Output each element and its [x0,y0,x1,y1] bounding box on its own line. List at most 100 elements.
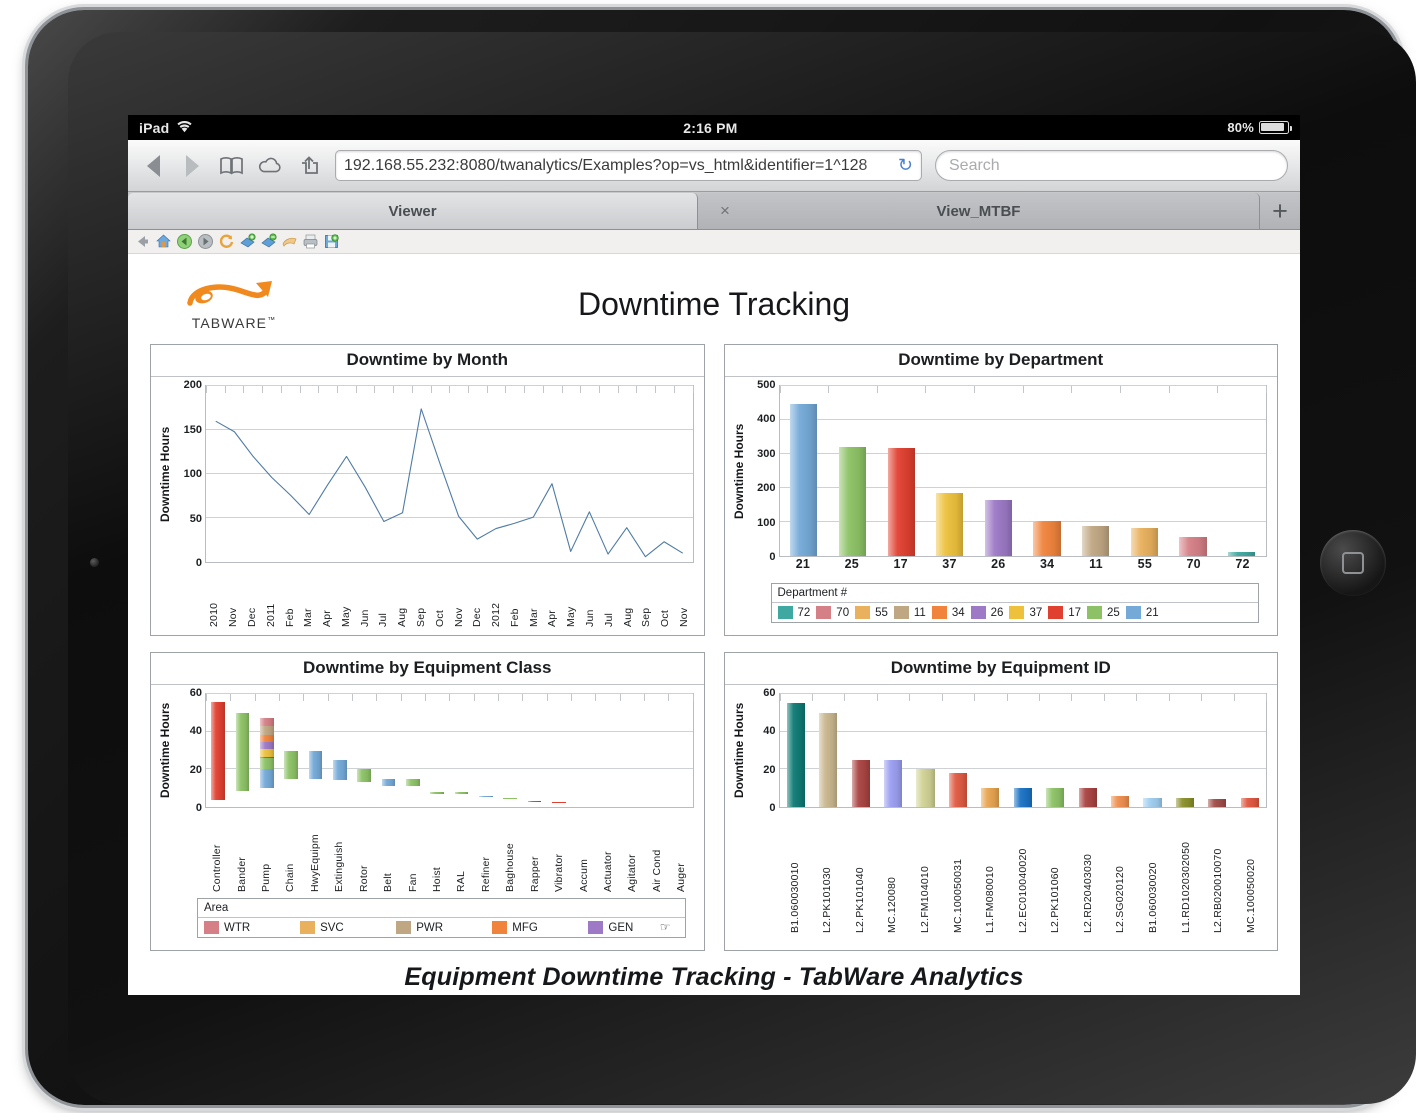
bar[interactable] [357,769,371,807]
bar[interactable] [1078,788,1097,807]
bar-slot[interactable] [877,386,926,556]
save-icon[interactable] [323,233,340,250]
bar-slot[interactable] [844,694,876,807]
bar[interactable] [260,718,274,807]
bar-slot[interactable] [352,694,376,807]
bar-slot[interactable] [571,694,595,807]
bar[interactable] [1046,788,1065,807]
bar[interactable] [1240,797,1259,807]
close-icon[interactable]: × [720,201,730,221]
tab-view-mtbf[interactable]: × View_MTBF [698,193,1260,229]
bar-slot[interactable] [909,694,941,807]
bar[interactable] [1175,797,1195,807]
bar[interactable] [211,701,225,807]
bar-slot[interactable] [1201,694,1233,807]
legend-item[interactable]: 34 [931,606,965,619]
bar-slot[interactable] [620,694,644,807]
bar[interactable] [333,759,347,807]
bar-slot[interactable] [425,694,449,807]
bar-slot[interactable] [522,694,546,807]
bar[interactable] [819,712,838,807]
bar-slot[interactable] [644,694,668,807]
bar[interactable] [1208,799,1227,807]
bar-slot[interactable] [974,694,1006,807]
search-input[interactable]: Search [935,150,1288,181]
bar-slot[interactable] [1169,386,1218,556]
bar-slot[interactable] [942,694,974,807]
share-export-icon[interactable] [296,153,322,179]
bar-slot[interactable] [303,694,327,807]
bar-slot[interactable] [1217,386,1266,556]
bar[interactable] [454,791,469,807]
bar-slot[interactable] [1136,694,1168,807]
legend-item[interactable]: 55 [855,606,888,619]
bar-slot[interactable] [498,694,522,807]
bar[interactable] [1033,521,1061,556]
bar-slot[interactable] [328,694,352,807]
bar-slot[interactable] [1120,386,1169,556]
bar-slot[interactable] [925,386,974,556]
reload-icon[interactable]: ↻ [898,155,913,176]
bar[interactable] [786,703,805,807]
legend-item[interactable]: 17 [1048,606,1081,619]
bar[interactable] [1013,788,1032,807]
bar[interactable] [381,778,396,807]
bar[interactable] [1082,526,1110,556]
legend-item[interactable]: SVC [300,921,390,934]
icloud-tabs-icon[interactable] [257,153,283,179]
bar-slot[interactable] [780,386,829,556]
legend-item[interactable]: 72 [777,606,810,619]
bar[interactable] [284,750,298,808]
legend-item[interactable]: 26 [970,606,1003,619]
bar[interactable] [308,750,323,808]
bar-slot[interactable] [1039,694,1071,807]
print-icon[interactable] [302,233,319,250]
bar[interactable] [503,797,517,807]
legend-item[interactable]: 37 [1009,606,1042,619]
bar[interactable] [981,788,1000,807]
new-tab-button[interactable]: + [1260,193,1300,229]
bar[interactable] [887,447,915,556]
bar-slot[interactable] [1023,386,1072,556]
bar-slot[interactable] [812,694,844,807]
legend-item[interactable]: WTR [204,921,294,934]
legend-item[interactable]: PWR [396,921,486,934]
bar-slot[interactable] [474,694,498,807]
previous-page-icon[interactable] [176,233,193,250]
tab-viewer[interactable]: Viewer [128,193,698,229]
bar-slot[interactable] [828,386,877,556]
next-page-icon[interactable] [197,233,214,250]
bar-slot[interactable] [255,694,279,807]
bar-slot[interactable] [1071,694,1103,807]
bar-slot[interactable] [230,694,254,807]
bar[interactable] [527,801,542,807]
legend-item[interactable]: 25 [1087,606,1120,619]
bookmarks-book-icon[interactable] [218,153,244,179]
bar-slot[interactable] [780,694,812,807]
bar[interactable] [984,499,1013,556]
url-input[interactable]: 192.168.55.232:8080/twanalytics/Examples… [335,150,922,181]
bar-slot[interactable] [279,694,303,807]
bar[interactable] [1179,536,1207,556]
back-arrow-icon[interactable] [140,153,166,179]
bar-slot[interactable] [595,694,619,807]
bar[interactable] [1111,795,1130,807]
legend-item[interactable]: 70 [816,606,849,619]
bar-slot[interactable] [547,694,571,807]
back-arrow-icon[interactable] [134,233,151,250]
bar[interactable] [936,493,964,556]
bar-slot[interactable] [401,694,425,807]
bar[interactable] [948,773,967,807]
bar[interactable] [916,769,935,807]
drill-down-icon[interactable] [239,233,256,250]
bar-slot[interactable] [1071,386,1120,556]
bar-slot[interactable] [1169,694,1201,807]
legend-item[interactable]: 21 [1125,606,1159,619]
bar-slot[interactable] [668,694,692,807]
bar[interactable] [838,446,867,556]
bar[interactable] [551,802,566,807]
bar[interactable] [883,759,903,807]
bar[interactable] [405,778,420,807]
bar[interactable] [851,759,870,807]
bar[interactable] [478,795,493,807]
